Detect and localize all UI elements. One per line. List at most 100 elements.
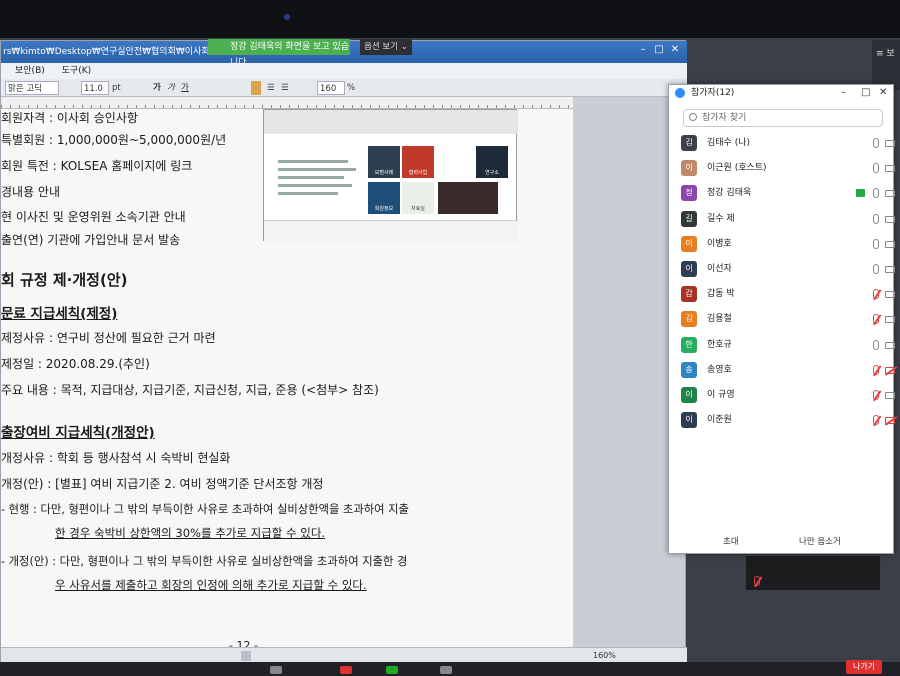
participants-count-icon[interactable]	[340, 666, 352, 674]
close-icon[interactable]: ✕	[879, 85, 887, 101]
menu-security[interactable]: 보안(B)	[15, 63, 45, 79]
participant-row[interactable]: 김 김태수 (나)	[681, 133, 895, 153]
camera-icon[interactable]	[885, 291, 895, 299]
italic-icon[interactable]: 가	[167, 81, 175, 95]
monitor-bezel	[0, 0, 900, 40]
camera-icon[interactable]	[885, 165, 895, 173]
mute-me-button[interactable]: 나만 음소거	[799, 531, 841, 553]
participant-row[interactable]: 이 이준원	[681, 410, 895, 430]
maximize-icon[interactable]: □	[861, 85, 870, 101]
close-icon[interactable]: ✕	[669, 44, 681, 56]
document-page[interactable]: 회원자격 : 이사회 승인사항 특별회원 : 1,000,000원~5,000,…	[1, 109, 573, 654]
participant-name: 이근원 (호스트)	[707, 163, 767, 174]
minimize-icon[interactable]: –	[841, 85, 846, 101]
doc-line: 경내용 안내	[1, 185, 61, 199]
banner-image	[438, 182, 498, 214]
zoom-input[interactable]: 160	[317, 81, 345, 95]
camera-icon[interactable]	[885, 190, 895, 198]
zoom-logo-icon	[675, 88, 685, 98]
text-row	[278, 168, 356, 171]
avatar: 한	[681, 336, 697, 353]
camera-icon[interactable]	[885, 316, 895, 324]
participant-search-input[interactable]: 참가자 찾기	[683, 109, 883, 127]
participant-row[interactable]: 정 정강 김태욱	[681, 183, 895, 203]
zoom-unit: %	[347, 83, 356, 93]
leave-meeting-button[interactable]: 나가기	[846, 660, 882, 674]
tile: 자료실	[402, 182, 434, 214]
bold-icon[interactable]: 가	[153, 81, 161, 95]
avatar: 갑	[681, 286, 697, 303]
participant-row[interactable]: 한 한호규	[681, 335, 895, 355]
tile: 협력사업	[402, 146, 434, 178]
mic-icon[interactable]	[873, 138, 879, 148]
muted-mic-icon[interactable]	[873, 364, 879, 375]
participant-row[interactable]: 김 김용철	[681, 309, 895, 329]
doc-line: 출연(연) 기관에 가입안내 문서 발송	[1, 233, 181, 247]
font-size-unit: pt	[112, 83, 121, 93]
mic-icon[interactable]	[873, 163, 879, 174]
camera-off-icon[interactable]	[885, 366, 895, 374]
underline-icon[interactable]: 가	[181, 81, 189, 95]
participant-row[interactable]: 갑 갑동 박	[681, 284, 895, 304]
mic-icon[interactable]	[873, 213, 879, 224]
side-window-label: ≡ 보	[876, 49, 895, 59]
mic-icon[interactable]	[873, 264, 879, 274]
highlight-icon[interactable]	[251, 81, 261, 95]
subsection-heading: 출장여비 지급세칙(개정안)	[1, 425, 155, 441]
status-bar: 160%	[1, 647, 687, 663]
font-select[interactable]: 맑은 고딕	[5, 81, 59, 95]
doc-line: - 개정(안) : 다만, 형편이나 그 밖의 부득이한 사유로 실비상한액을 …	[1, 555, 408, 568]
avatar: 김	[681, 311, 697, 328]
camera-icon[interactable]	[885, 140, 895, 147]
mic-icon[interactable]	[873, 238, 879, 249]
maximize-icon[interactable]: □	[653, 44, 665, 56]
share-screen-icon[interactable]	[386, 666, 398, 674]
muted-mic-icon[interactable]	[873, 314, 879, 325]
participant-row[interactable]: 송 송영호	[681, 360, 895, 380]
avatar: 이	[681, 235, 697, 252]
audio-icon[interactable]	[270, 666, 282, 674]
subsection-heading: 문료 지급세칙(제정)	[1, 306, 118, 322]
avatar: 정	[681, 185, 697, 202]
mic-icon[interactable]	[873, 339, 879, 350]
tile: 연구소	[476, 146, 508, 178]
doc-line: - 현행 : 다만, 형편이나 그 밖의 부득이한 사유로 초과하여 실비상한액…	[1, 503, 409, 516]
doc-line: 회원 특전 : KOLSEA 홈페이지에 링크	[1, 159, 193, 173]
camera-icon[interactable]	[885, 240, 895, 248]
camera-icon[interactable]	[885, 215, 895, 223]
participant-name: 송영호	[707, 364, 732, 375]
participant-row[interactable]: 이 이 규영	[681, 385, 895, 405]
website-screenshot-image: 모범사례 협력사업 연구소 회원정보 자료실	[263, 109, 518, 242]
muted-mic-icon[interactable]	[873, 415, 879, 426]
chat-icon[interactable]	[440, 666, 452, 674]
doc-line: 개정사유 : 학회 등 행사참석 시 숙박비 현실화	[1, 451, 231, 465]
camera-icon[interactable]	[885, 341, 895, 349]
participant-row[interactable]: 길 길수 제	[681, 209, 895, 229]
participant-name: 정강 김태욱	[707, 188, 752, 199]
camera-icon[interactable]	[885, 392, 895, 399]
scroll-handle[interactable]	[241, 651, 251, 661]
participant-row[interactable]: 이 이선자	[681, 259, 895, 279]
doc-line: 한 경우 숙박비 상한액의 30%를 추가로 지급할 수 있다.	[55, 526, 326, 540]
participant-row[interactable]: 이 이근원 (호스트)	[681, 158, 895, 178]
invite-button[interactable]: 초대	[723, 531, 739, 553]
align-left-icon[interactable]: ☰	[267, 81, 275, 95]
align-center-icon[interactable]: ☰	[281, 81, 289, 95]
video-thumbnail[interactable]	[746, 556, 880, 590]
camera-icon[interactable]	[885, 266, 895, 273]
minimize-icon[interactable]: –	[637, 44, 649, 56]
doc-line: 제정사유 : 연구비 정산에 필요한 근거 마련	[1, 331, 216, 345]
panel-title: 참가자(12)	[691, 88, 735, 98]
muted-mic-icon[interactable]	[873, 289, 879, 300]
view-options-button[interactable]: 옵션 보기 ⌄	[360, 39, 412, 55]
text-row	[278, 160, 348, 163]
participant-name: 한호규	[707, 339, 732, 350]
mic-icon[interactable]	[873, 188, 879, 199]
shared-document-window: rs₩kimto₩Desktop₩연구실안전₩협의회₩이사회₩2021095 –…	[0, 40, 687, 663]
camera-off-icon[interactable]	[885, 417, 895, 425]
participant-row[interactable]: 이 이병호	[681, 234, 895, 254]
font-size-input[interactable]: 11.0	[81, 81, 109, 95]
muted-mic-icon[interactable]	[873, 390, 879, 400]
menu-tools[interactable]: 도구(K)	[62, 63, 92, 79]
partner-logos	[264, 220, 518, 242]
